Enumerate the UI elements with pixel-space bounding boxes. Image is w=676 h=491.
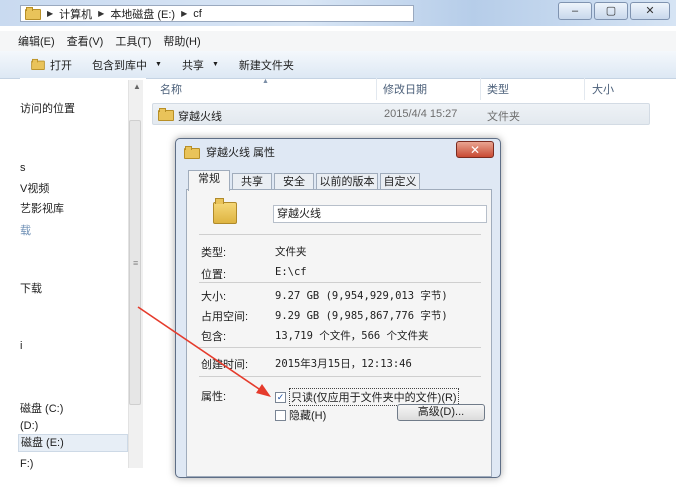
annotation-arrow: [137, 306, 271, 397]
arrow-head: [256, 384, 271, 397]
tab-general[interactable]: 常规: [188, 170, 230, 191]
arrow-shaft: [137, 306, 263, 392]
